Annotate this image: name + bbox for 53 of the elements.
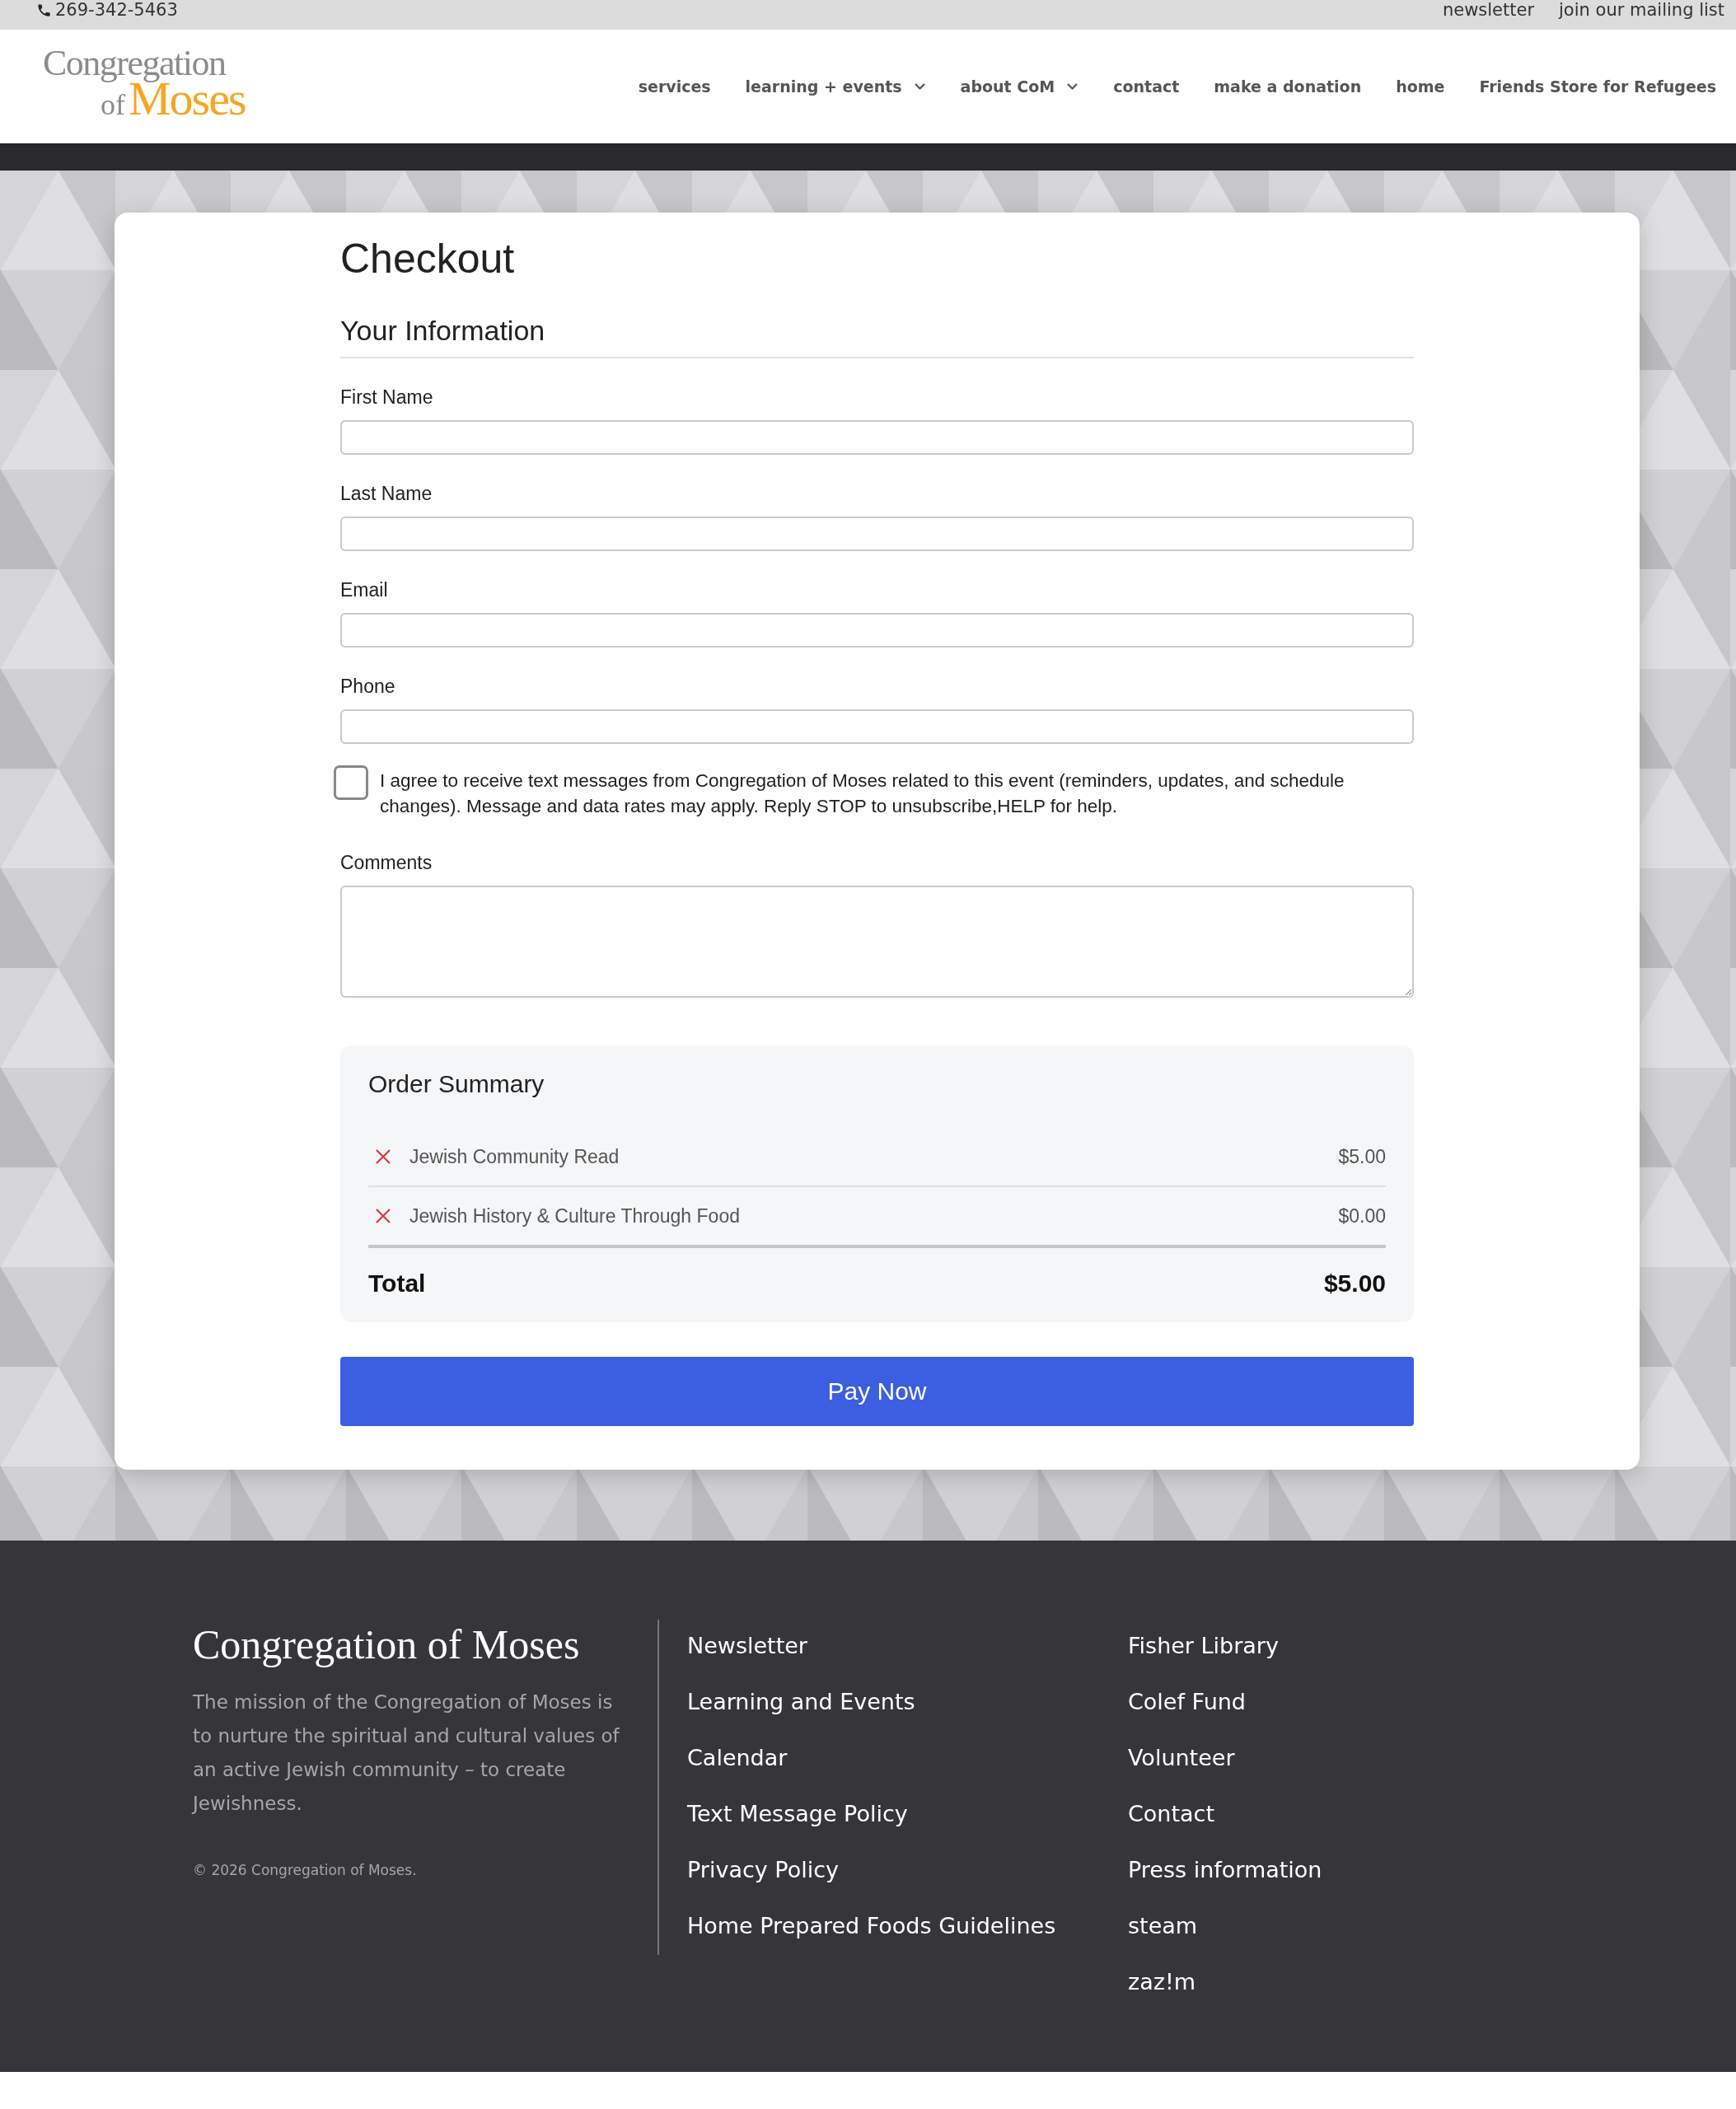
input-field[interactable] bbox=[340, 420, 1414, 455]
footer-link[interactable]: Text Message Policy bbox=[687, 1786, 1099, 1842]
item-price: $5.00 bbox=[1338, 1145, 1386, 1168]
footer-link[interactable]: Privacy Policy bbox=[687, 1842, 1099, 1898]
footer-link[interactable]: Fisher Library bbox=[1128, 1618, 1322, 1674]
nav-link[interactable]: Friends Store for Refugees bbox=[1479, 77, 1716, 96]
mission-text: The mission of the Congregation of Moses is to nurture the spiritual and cultural values of an active Jewish community – to create Jewishness. bbox=[193, 1690, 620, 1816]
field-label: Email bbox=[340, 579, 389, 601]
footer-link[interactable]: Volunteer bbox=[1128, 1730, 1322, 1786]
chevron-down-icon bbox=[1066, 82, 1079, 91]
field-label: Comments bbox=[340, 852, 433, 874]
total-label: Total bbox=[368, 1270, 426, 1298]
section-title: Your Information bbox=[340, 315, 1414, 358]
footer-link[interactable]: zaz!m bbox=[1128, 1954, 1322, 2010]
nav-link[interactable]: make a donation bbox=[1214, 77, 1362, 96]
pay-now-button[interactable]: Pay Now bbox=[340, 1357, 1414, 1426]
footer-link[interactable]: Newsletter bbox=[687, 1618, 1099, 1674]
footer-link[interactable]: Press information bbox=[1128, 1842, 1322, 1898]
nav-link[interactable]: learning + events bbox=[745, 77, 926, 96]
summary-title: Order Summary bbox=[368, 1070, 545, 1098]
footer-title: Congregation of Moses bbox=[193, 1620, 581, 1669]
comments-field[interactable] bbox=[340, 886, 1414, 998]
total-amount: $5.00 bbox=[1323, 1270, 1386, 1298]
phone-icon bbox=[36, 2, 52, 18]
field-label: First Name bbox=[340, 386, 434, 409]
phone-number: 269-342-5463 bbox=[55, 0, 178, 20]
top-link[interactable]: join our mailing list bbox=[1559, 0, 1724, 20]
page-title: Checkout bbox=[340, 235, 516, 283]
field-label: Phone bbox=[340, 676, 396, 698]
footer-link[interactable]: Home Prepared Foods Guidelines bbox=[687, 1898, 1099, 1954]
remove-icon[interactable] bbox=[375, 1148, 391, 1165]
nav-link[interactable]: home bbox=[1396, 77, 1445, 96]
nav-link[interactable]: services bbox=[638, 77, 711, 96]
footer-link[interactable]: Colef Fund bbox=[1128, 1674, 1322, 1730]
consent-text: I agree to receive text messages from Congregation of Moses related to this event (reminders, updates, and schedule changes). Message and data rates may apply. Reply STOP to unsubscribe,HELP for help. bbox=[380, 769, 1345, 818]
top-link[interactable]: newsletter bbox=[1442, 0, 1535, 20]
footer-link[interactable]: steam bbox=[1128, 1898, 1322, 1954]
nav-link[interactable]: contact bbox=[1113, 77, 1180, 96]
input-field[interactable] bbox=[340, 613, 1414, 648]
input-field[interactable] bbox=[340, 709, 1414, 744]
input-field[interactable] bbox=[340, 517, 1414, 551]
item-name: Jewish Community Read bbox=[409, 1145, 620, 1168]
item-price: $0.00 bbox=[1338, 1204, 1386, 1228]
footer-link[interactable]: Contact bbox=[1128, 1786, 1322, 1842]
field-label: Last Name bbox=[340, 483, 433, 505]
item-name: Jewish History & Culture Through Food bbox=[409, 1204, 741, 1228]
nav-link[interactable]: about CoM bbox=[960, 77, 1079, 96]
checkbox[interactable] bbox=[334, 765, 368, 800]
footer-link[interactable]: Calendar bbox=[687, 1730, 1099, 1786]
footer-link[interactable]: Learning and Events bbox=[687, 1674, 1099, 1730]
remove-icon[interactable] bbox=[375, 1208, 391, 1224]
chevron-down-icon bbox=[913, 82, 926, 91]
copyright-text: © 2026 Congregation of Moses. bbox=[193, 1862, 418, 1878]
